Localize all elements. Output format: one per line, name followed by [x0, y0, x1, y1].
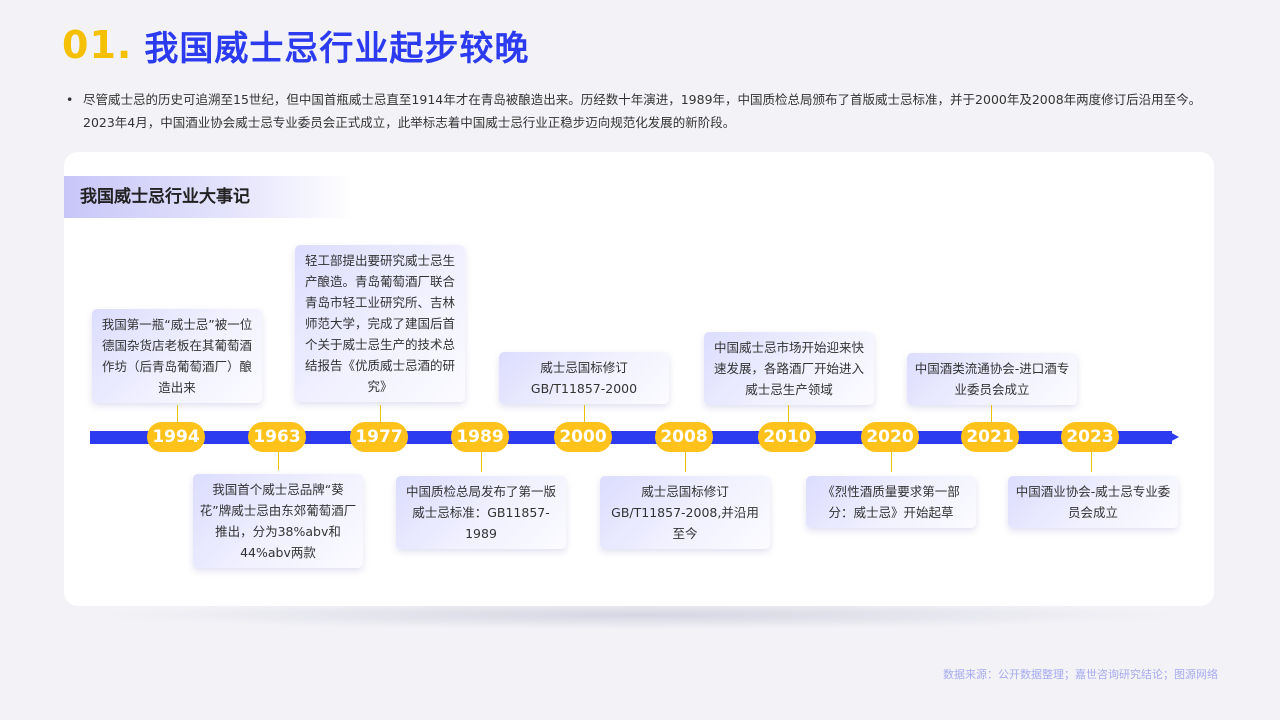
data-source-note: 数据来源：公开数据整理；嘉世咨询研究结论；图源网络 — [943, 668, 1218, 681]
connector-2000 — [584, 405, 585, 422]
connector-2008 — [685, 452, 686, 472]
event-box-1994: 我国第一瓶“威士忌”被一位德国杂货店老板在其葡萄酒作坊（后青岛葡萄酒厂）酿造出来 — [92, 309, 262, 403]
year-pill-2023: 2023 — [1061, 422, 1119, 452]
event-box-2021: 中国酒类流通协会-进口酒专业委员会成立 — [907, 353, 1077, 405]
bullet-icon: • — [66, 92, 74, 107]
event-box-1963: 我国首个威士忌品牌“葵花”牌威士忌由东郊葡萄酒厂推出，分为38%abv和44%a… — [193, 474, 363, 568]
year-pill-1963: 1963 — [248, 422, 306, 452]
connector-1963 — [278, 452, 279, 470]
intro-text: 尽管威士忌的历史可追溯至15世纪，但中国首瓶威士忌直至1914年才在青岛被酿造出… — [83, 92, 1202, 130]
connector-1977 — [380, 405, 381, 422]
section-title: 我国威士忌行业大事记 — [80, 187, 250, 207]
event-box-2020: 《烈性酒质量要求第一部分：威士忌》开始起草 — [806, 476, 976, 528]
event-box-2023: 中国酒业协会-威士忌专业委员会成立 — [1008, 476, 1178, 528]
event-box-2008: 威士忌国标修订GB/T11857-2008,并沿用至今 — [600, 476, 770, 549]
year-pill-1994: 1994 — [147, 422, 205, 452]
connector-1989 — [481, 452, 482, 472]
connector-2010 — [788, 405, 789, 422]
event-box-2000: 威士忌国标修订GB/T11857-2000 — [499, 352, 669, 404]
connector-1994 — [177, 405, 178, 422]
year-pill-1977: 1977 — [350, 422, 408, 452]
event-box-1977: 轻工部提出要研究威士忌生产酿造。青岛葡萄酒厂联合青岛市轻工业研究所、吉林师范大学… — [295, 245, 465, 402]
connector-2021 — [991, 405, 992, 422]
year-pill-2021: 2021 — [961, 422, 1019, 452]
connector-2023 — [1091, 452, 1092, 472]
section-number: 01. — [62, 23, 133, 67]
slide-header: 01. 我国威士忌行业起步较晚 — [62, 20, 529, 70]
year-pill-2008: 2008 — [655, 422, 713, 452]
year-pill-1989: 1989 — [451, 422, 509, 452]
intro-paragraph: • 尽管威士忌的历史可追溯至15世纪，但中国首瓶威士忌直至1914年才在青岛被酿… — [66, 88, 1226, 134]
year-pill-2010: 2010 — [758, 422, 816, 452]
year-pill-2020: 2020 — [861, 422, 919, 452]
connector-2020 — [891, 452, 892, 472]
timeline-arrow-icon — [1168, 431, 1179, 443]
year-pill-2000: 2000 — [554, 422, 612, 452]
event-box-1989: 中国质检总局发布了第一版威士忌标准：GB11857-1989 — [396, 476, 566, 549]
page-title: 我国威士忌行业起步较晚 — [144, 28, 530, 69]
event-box-2010: 中国威士忌市场开始迎来快速发展，各路酒厂开始进入威士忌生产领域 — [704, 332, 874, 405]
